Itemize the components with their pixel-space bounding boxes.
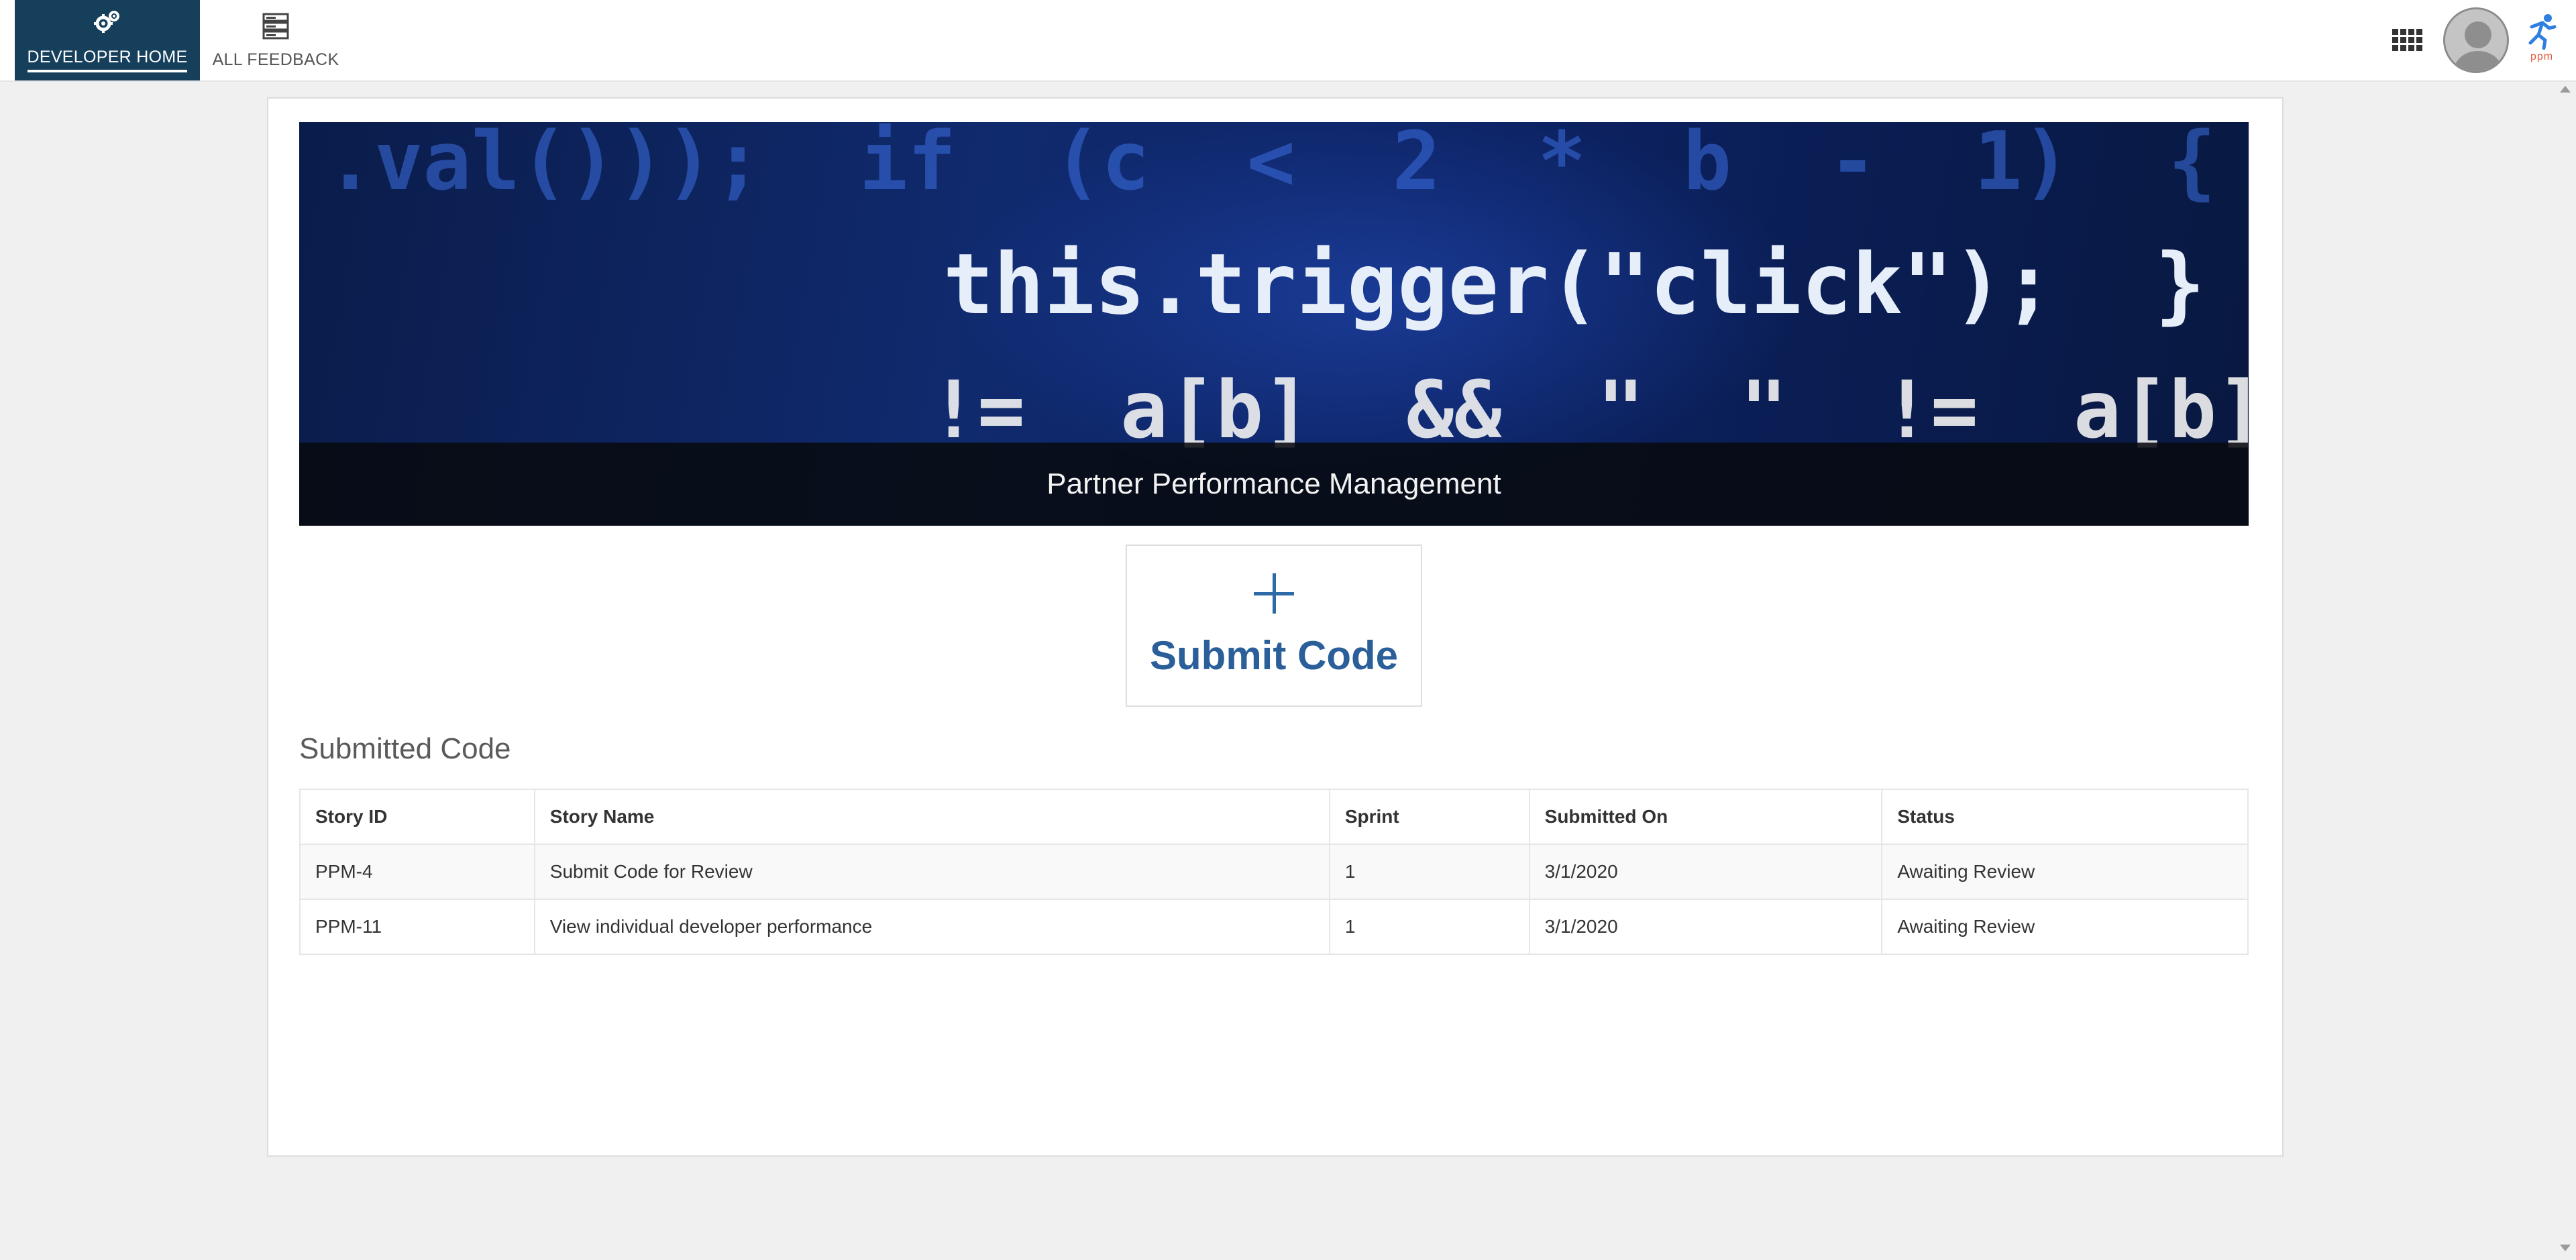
brand-logo: ppm [2522, 13, 2561, 67]
submit-code-label: Submit Code [1150, 632, 1398, 678]
server-list-icon [262, 13, 289, 39]
tab-all-feedback[interactable]: ALL FEEDBACK [201, 0, 350, 80]
cell-status: Awaiting Review [1881, 844, 2249, 900]
code-line: .val())); if (c < 2 * b - 1) { [326, 122, 2216, 209]
cell-status: Awaiting Review [1881, 899, 2249, 955]
scrollbar-down-arrow[interactable] [2560, 1245, 2571, 1251]
gears-icon [94, 10, 119, 33]
code-line: this.trigger("click"); } [943, 236, 2206, 333]
grid-apps-icon[interactable] [2392, 29, 2423, 56]
hero-caption: Partner Performance Management [299, 443, 2249, 526]
cell-story-id: PPM-11 [299, 899, 535, 955]
top-navigation-bar: DEVELOPER HOME ALL FEEDBACK ppm [0, 0, 2576, 82]
cell-sprint: 1 [1328, 899, 1530, 955]
scrollbar-up-arrow[interactable] [2560, 86, 2571, 93]
runner-logo-icon [2528, 14, 2557, 50]
tab-label: DEVELOPER HOME [27, 48, 188, 72]
cell-sprint: 1 [1328, 844, 1530, 900]
cell-submitted-on: 3/1/2020 [1528, 844, 1883, 900]
tab-label: ALL FEEDBACK [212, 50, 339, 69]
column-header[interactable]: Sprint [1328, 789, 1530, 845]
avatar-silhouette [2445, 9, 2507, 71]
column-header[interactable]: Story ID [299, 789, 535, 845]
cell-story-name: Submit Code for Review [533, 844, 1330, 900]
cell-submitted-on: 3/1/2020 [1528, 899, 1883, 955]
cell-story-name: View individual developer performance [533, 899, 1330, 955]
tab-developer-home[interactable]: DEVELOPER HOME [15, 0, 200, 80]
column-header[interactable]: Status [1881, 789, 2249, 845]
cell-story-id: PPM-4 [299, 844, 535, 900]
brand-text: ppm [2530, 51, 2554, 62]
submit-code-button[interactable]: Submit Code [1126, 545, 1422, 707]
submitted-code-table: Story ID Story Name Sprint Submitted On … [299, 789, 2249, 955]
table-row[interactable]: PPM-11 View individual developer perform… [299, 899, 2249, 955]
plus-icon [1254, 573, 1294, 614]
section-title: Submitted Code [299, 732, 511, 765]
table-header-row: Story ID Story Name Sprint Submitted On … [299, 789, 2249, 845]
table-row[interactable]: PPM-4 Submit Code for Review 1 3/1/2020 … [299, 844, 2249, 900]
column-header[interactable]: Submitted On [1528, 789, 1883, 845]
column-header[interactable]: Story Name [533, 789, 1330, 845]
user-avatar-icon[interactable] [2443, 7, 2509, 73]
